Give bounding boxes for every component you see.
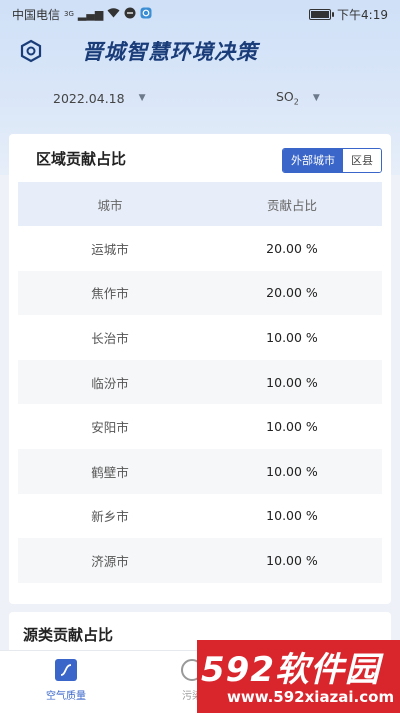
- app-header: 晋城智慧环境决策: [0, 30, 400, 72]
- battery-icon: [309, 8, 335, 20]
- pollutant-value: SO2: [276, 89, 299, 107]
- share-cell: 10.00 %: [266, 329, 318, 345]
- city-cell: 安阳市: [91, 420, 129, 436]
- nav-air-quality[interactable]: 空气质量: [42, 659, 90, 702]
- sync-icon: [124, 7, 136, 22]
- status-bar: 中国电信 3G ▂▄▆ 下午4:19: [0, 0, 400, 28]
- watermark-logo: 592软件园 www.592xiazai.com: [197, 640, 400, 713]
- city-cell: 新乡市: [91, 509, 129, 525]
- region-type-toggle: 外部城市 区县: [282, 148, 382, 173]
- source-card-title: 源类贡献占比: [23, 626, 114, 644]
- city-cell: 临汾市: [91, 375, 129, 391]
- city-cell: 鹤壁市: [91, 464, 129, 480]
- share-cell: 20.00 %: [266, 240, 318, 256]
- city-cell: 长治市: [91, 330, 129, 346]
- app-notification-icon: [140, 7, 152, 22]
- contribution-table: 城市 贡献占比 运城市 20.00 % 焦作市 20.00 % 长治市 10.00 % 临汾…: [18, 182, 382, 583]
- caret-down-icon: ▼: [312, 93, 320, 103]
- wifi-icon: [107, 7, 120, 21]
- app-title: 晋城智慧环境决策: [82, 40, 258, 64]
- region-card-title: 区域贡献占比: [36, 150, 127, 168]
- filter-bar: 2022.04.18 ▼ SO2 ▼: [0, 84, 400, 112]
- column-header-city: 城市: [97, 197, 123, 213]
- region-contribution-card: 区域贡献占比 外部城市 区县 城市 贡献占比 运城市 20.00 % 焦作市 20.0…: [9, 134, 391, 604]
- share-cell: 10.00 %: [266, 552, 318, 568]
- clock: 下午4:19: [337, 7, 388, 22]
- table-row: 长治市 10.00 %: [18, 315, 382, 360]
- pollutant-selector[interactable]: SO2 ▼: [276, 89, 320, 107]
- table-body: 运城市 20.00 % 焦作市 20.00 % 长治市 10.00 % 临汾市 10.00 %…: [18, 226, 382, 583]
- city-cell: 济源市: [91, 553, 129, 569]
- table-row: 鹤壁市 10.00 %: [18, 448, 382, 494]
- watermark-url: www.592xiazai.com: [227, 688, 395, 706]
- nav-air-quality-label: 空气质量: [46, 691, 86, 702]
- share-cell: 10.00 %: [266, 374, 318, 390]
- caret-down-icon: ▼: [138, 93, 146, 103]
- table-row: 焦作市 20.00 %: [18, 270, 382, 316]
- tab-districts[interactable]: 区县: [343, 149, 381, 172]
- share-cell: 10.00 %: [266, 419, 318, 435]
- date-value: 2022.04.18: [53, 90, 125, 106]
- network-type: 3G: [64, 10, 74, 18]
- table-header: 城市 贡献占比: [18, 182, 382, 226]
- table-row: 安阳市 10.00 %: [18, 404, 382, 449]
- tab-external-cities[interactable]: 外部城市: [283, 149, 343, 172]
- share-cell: 20.00 %: [266, 285, 318, 301]
- carrier-label: 中国电信: [12, 7, 61, 22]
- share-cell: 10.00 %: [266, 463, 318, 479]
- watermark-brand: 592软件园: [201, 650, 380, 690]
- city-cell: 焦作市: [91, 286, 129, 302]
- table-row: 新乡市 10.00 %: [18, 494, 382, 539]
- table-row: 运城市 20.00 %: [18, 226, 382, 271]
- column-header-share: 贡献占比: [266, 197, 317, 213]
- table-row: 济源市 10.00 %: [18, 538, 382, 583]
- date-selector[interactable]: 2022.04.18 ▼: [53, 91, 146, 106]
- table-row: 临汾市 10.00 %: [18, 359, 382, 405]
- hexagon-icon[interactable]: [18, 38, 44, 64]
- air-quality-icon: [55, 659, 77, 681]
- signal-icon: ▂▄▆: [77, 7, 104, 21]
- share-cell: 10.00 %: [266, 508, 318, 524]
- city-cell: 运城市: [91, 241, 129, 257]
